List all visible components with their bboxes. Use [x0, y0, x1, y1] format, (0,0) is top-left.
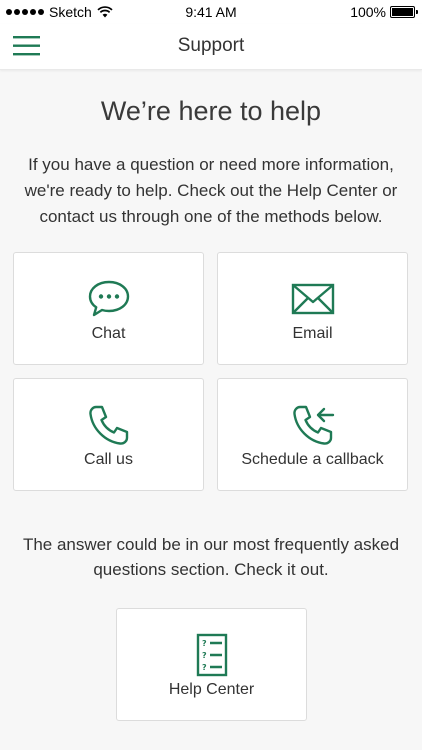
page-heading: We’re here to help — [100, 96, 322, 126]
faq-text: The answer could be in our most frequent… — [22, 535, 400, 579]
svg-text:?: ? — [202, 639, 207, 648]
envelope-icon — [291, 277, 335, 321]
svg-text:?: ? — [202, 651, 207, 660]
schedule-callback-label: Schedule a callback — [241, 451, 384, 468]
battery-icon — [390, 6, 418, 18]
help-center-label: Help Center — [168, 681, 255, 698]
chat-bubble-icon — [87, 277, 131, 321]
call-us-label: Call us — [84, 451, 133, 468]
faq-list-icon: ? ? ? — [190, 633, 234, 677]
phone-icon — [87, 403, 131, 447]
chat-option-card[interactable]: Chat — [13, 252, 204, 365]
status-bar: Sketch 9:41 AM 100% — [0, 0, 422, 24]
intro-text: If you have a question or need more info… — [24, 155, 398, 226]
hamburger-menu-icon[interactable] — [12, 34, 42, 58]
call-us-option-card[interactable]: Call us — [13, 378, 204, 491]
chat-label: Chat — [91, 325, 126, 342]
navigation-bar: Support — [0, 24, 422, 70]
phone-callback-icon — [291, 403, 335, 447]
battery-percentage: 100% — [350, 4, 386, 20]
svg-text:?: ? — [202, 663, 207, 672]
status-right: 100% — [350, 4, 418, 20]
support-screen: Sketch 9:41 AM 100% Support We’re here t… — [0, 0, 422, 750]
help-center-card[interactable]: ? ? ? Help Center — [116, 608, 307, 721]
nav-title: Support — [177, 35, 245, 56]
email-option-card[interactable]: Email — [217, 252, 408, 365]
email-label: Email — [292, 325, 333, 342]
schedule-callback-option-card[interactable]: Schedule a callback — [217, 378, 408, 491]
